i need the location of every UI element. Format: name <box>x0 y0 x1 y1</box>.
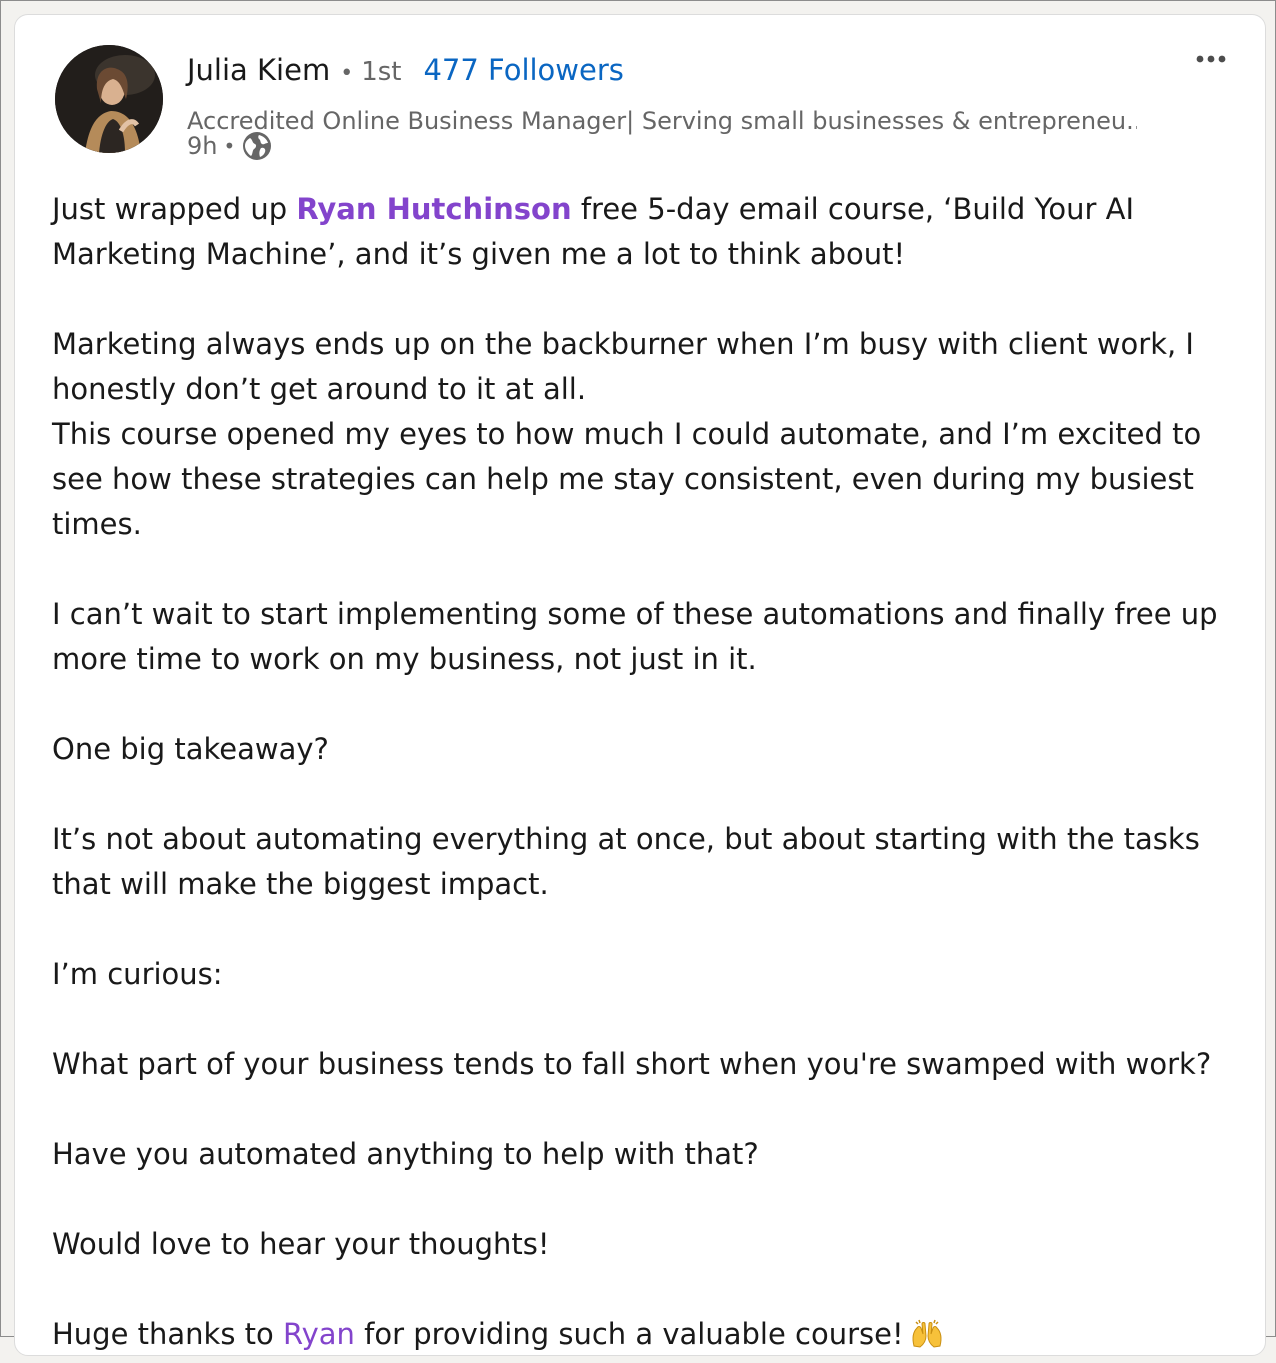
post-card: Julia Kiem • 1st 477 Followers Accredite… <box>14 14 1266 1356</box>
followers-link[interactable]: 477 Followers <box>423 53 623 87</box>
post-meta: 9h • <box>187 129 273 163</box>
ellipsis-icon <box>1196 55 1226 63</box>
separator-dot: • <box>223 134 236 158</box>
more-options-button[interactable] <box>1191 45 1231 75</box>
mention-link[interactable]: Ryan Hutchinson <box>296 192 571 226</box>
post-paragraph: This course opened my eyes to how much I… <box>52 417 1202 541</box>
author-name[interactable]: Julia Kiem <box>187 53 330 87</box>
post-paragraph: Would love to hear your thoughts! <box>52 1227 550 1261</box>
separator-dot: • <box>340 61 354 86</box>
post-body: Just wrapped up Ryan Hutchinson free 5-d… <box>52 187 1232 1357</box>
post-paragraph: I can’t wait to start implementing some … <box>52 597 1218 676</box>
post-paragraph: Huge thanks to Ryan for providing such a… <box>52 1312 1232 1357</box>
post-time: 9h <box>187 132 218 160</box>
globe-icon <box>241 130 273 162</box>
screenshot-frame: Julia Kiem • 1st 477 Followers Accredite… <box>0 0 1276 1356</box>
post-paragraph: What part of your business tends to fall… <box>52 1047 1212 1081</box>
connection-degree: 1st <box>361 57 402 87</box>
post-paragraph: One big takeaway? <box>52 732 329 766</box>
avatar[interactable] <box>55 45 163 153</box>
post-paragraph: Just wrapped up Ryan Hutchinson free 5-d… <box>52 192 1135 271</box>
mention-link[interactable]: Ryan <box>283 1317 355 1351</box>
author-row: Julia Kiem • 1st 477 Followers <box>187 53 624 89</box>
raising-hands-emoji-icon <box>910 1316 944 1350</box>
post-paragraph: Marketing always ends up on the backburn… <box>52 327 1194 406</box>
author-headline: Accredited Online Business Manager| Serv… <box>187 107 1137 135</box>
post-paragraph: It’s not about automating everything at … <box>52 822 1200 901</box>
post-paragraph: Have you automated anything to help with… <box>52 1137 759 1171</box>
post-paragraph: I’m curious: <box>52 957 223 991</box>
